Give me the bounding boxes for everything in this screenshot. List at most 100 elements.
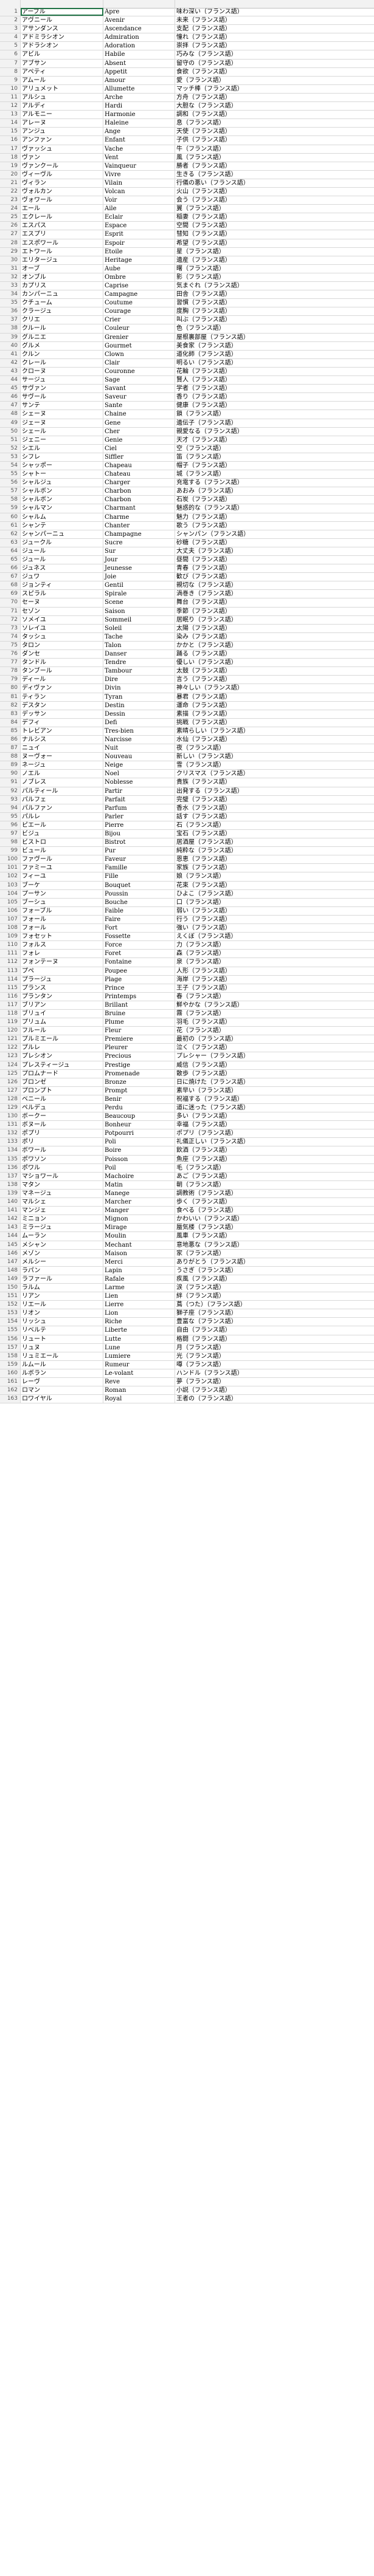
cell-reading[interactable]: シェール bbox=[21, 427, 103, 436]
cell-meaning[interactable]: あおみ（フランス語） bbox=[175, 487, 374, 495]
cell-meaning[interactable]: 運命（フランス語） bbox=[175, 702, 374, 710]
cell-reading[interactable]: アドミラシオン bbox=[21, 33, 103, 42]
cell-reading[interactable]: タンブール bbox=[21, 667, 103, 676]
cell-meaning[interactable]: 宝石（フランス語） bbox=[175, 830, 374, 838]
cell-reading[interactable]: ボークー bbox=[21, 1112, 103, 1121]
cell-word[interactable]: Soleil bbox=[103, 624, 175, 632]
cell-reading[interactable]: トレビアン bbox=[21, 727, 103, 735]
cell-word[interactable]: Couleur bbox=[103, 324, 175, 333]
cell-meaning[interactable]: 生きる（フランス語） bbox=[175, 171, 374, 179]
cell-reading[interactable]: フォール bbox=[21, 924, 103, 933]
cell-meaning[interactable]: 愛（フランス語） bbox=[175, 77, 374, 84]
row-number[interactable]: 18 bbox=[0, 153, 21, 162]
cell-word[interactable]: Espace bbox=[103, 222, 175, 230]
cell-word[interactable]: Gourmet bbox=[103, 341, 175, 350]
cell-word[interactable]: Prince bbox=[103, 984, 175, 992]
cell-reading[interactable]: シャルム bbox=[21, 513, 103, 521]
cell-word[interactable]: Ciel bbox=[103, 444, 175, 453]
cell-word[interactable]: Admiration bbox=[103, 33, 175, 42]
row-number[interactable]: 127 bbox=[0, 1086, 21, 1095]
cell-reading[interactable]: パルファン bbox=[21, 804, 103, 812]
cell-reading[interactable]: エスパス bbox=[21, 222, 103, 230]
cell-reading[interactable]: グルメ bbox=[21, 341, 103, 350]
cell-reading[interactable]: メルシー bbox=[21, 1258, 103, 1266]
cell-meaning[interactable]: 言う（フランス語） bbox=[175, 676, 374, 683]
cell-meaning[interactable]: 太陽（フランス語） bbox=[175, 625, 374, 632]
cell-reading[interactable]: マショワール bbox=[21, 1172, 103, 1180]
cell-meaning[interactable]: 家族（フランス語） bbox=[175, 864, 374, 872]
column-header-b[interactable] bbox=[103, 0, 175, 8]
cell-word[interactable]: Lutte bbox=[103, 1335, 175, 1343]
cell-meaning[interactable]: 魅力（フランス語） bbox=[175, 513, 374, 521]
cell-meaning[interactable]: 行儀の悪い（フランス語） bbox=[175, 179, 374, 187]
cell-meaning[interactable]: 絆（フランス語） bbox=[175, 1292, 374, 1300]
row-number[interactable]: 138 bbox=[0, 1180, 21, 1189]
cell-reading[interactable]: リュート bbox=[21, 1335, 103, 1343]
row-number[interactable]: 100 bbox=[0, 855, 21, 864]
row-number[interactable]: 17 bbox=[0, 145, 21, 153]
cell-meaning[interactable]: プレシャー（フランス語） bbox=[175, 1052, 374, 1060]
row-number[interactable]: 145 bbox=[0, 1241, 21, 1249]
cell-word[interactable]: Moulin bbox=[103, 1232, 175, 1241]
column-header-c[interactable] bbox=[175, 0, 374, 8]
cell-word[interactable]: Couronne bbox=[103, 367, 175, 376]
cell-reading[interactable]: スピラル bbox=[21, 590, 103, 598]
cell-reading[interactable]: フォレ bbox=[21, 950, 103, 958]
row-number[interactable]: 6 bbox=[0, 50, 21, 59]
cell-word[interactable]: Vent bbox=[103, 153, 175, 162]
cell-meaning[interactable]: ポプリ（フランス語） bbox=[175, 1129, 374, 1137]
cell-meaning[interactable]: 食欲（フランス語） bbox=[175, 68, 374, 76]
cell-reading[interactable]: サンテ bbox=[21, 402, 103, 410]
cell-reading[interactable]: シャルボン bbox=[21, 496, 103, 504]
row-number[interactable]: 98 bbox=[0, 838, 21, 847]
cell-meaning[interactable]: 人形（フランス語） bbox=[175, 967, 374, 975]
cell-reading[interactable]: プロンプト bbox=[21, 1086, 103, 1095]
cell-meaning[interactable]: 強い（フランス語） bbox=[175, 924, 374, 932]
cell-meaning[interactable]: 王子（フランス語） bbox=[175, 984, 374, 992]
row-number[interactable]: 131 bbox=[0, 1121, 21, 1129]
cell-meaning[interactable]: 舞台（フランス語） bbox=[175, 598, 374, 606]
cell-reading[interactable]: カンパーニュ bbox=[21, 290, 103, 299]
cell-word[interactable]: Harmonie bbox=[103, 111, 175, 119]
row-number[interactable]: 78 bbox=[0, 667, 21, 676]
row-number[interactable]: 110 bbox=[0, 941, 21, 950]
cell-word[interactable]: Sucre bbox=[103, 538, 175, 547]
cell-meaning[interactable]: 親切な（フランス語） bbox=[175, 581, 374, 589]
cell-reading[interactable]: クラージュ bbox=[21, 307, 103, 316]
cell-meaning[interactable]: 火山（フランス語） bbox=[175, 188, 374, 196]
cell-meaning[interactable]: 習慣（フランス語） bbox=[175, 299, 374, 307]
cell-word[interactable]: Benir bbox=[103, 1095, 175, 1103]
row-number[interactable]: 95 bbox=[0, 812, 21, 821]
cell-meaning[interactable]: 純粋な（フランス語） bbox=[175, 847, 374, 855]
row-number[interactable]: 32 bbox=[0, 273, 21, 281]
cell-reading[interactable]: ジュネス bbox=[21, 564, 103, 573]
cell-meaning[interactable]: 遺伝子（フランス語） bbox=[175, 419, 374, 427]
cell-reading[interactable]: シャンテ bbox=[21, 521, 103, 530]
row-number[interactable]: 75 bbox=[0, 641, 21, 650]
cell-word[interactable]: Caprise bbox=[103, 282, 175, 290]
cell-meaning[interactable]: 完璧（フランス語） bbox=[175, 796, 374, 804]
row-number[interactable]: 111 bbox=[0, 950, 21, 958]
row-number[interactable]: 107 bbox=[0, 915, 21, 924]
cell-reading[interactable]: アルシュ bbox=[21, 93, 103, 102]
cell-word[interactable]: Foret bbox=[103, 950, 175, 958]
cell-word[interactable]: Tyran bbox=[103, 693, 175, 701]
cell-word[interactable]: Scene bbox=[103, 598, 175, 607]
cell-word[interactable]: Destin bbox=[103, 701, 175, 710]
cell-reading[interactable]: ブリアン bbox=[21, 1001, 103, 1009]
cell-meaning[interactable]: 笛（フランス語） bbox=[175, 453, 374, 461]
cell-word[interactable]: Siffler bbox=[103, 453, 175, 461]
cell-meaning[interactable]: 花（フランス語） bbox=[175, 1027, 374, 1035]
cell-word[interactable]: Vivre bbox=[103, 170, 175, 179]
row-number[interactable]: 81 bbox=[0, 693, 21, 701]
cell-word[interactable]: Clown bbox=[103, 350, 175, 358]
row-number[interactable]: 29 bbox=[0, 247, 21, 256]
cell-meaning[interactable]: 歌う（フランス語） bbox=[175, 522, 374, 530]
row-number[interactable]: 93 bbox=[0, 795, 21, 804]
cell-meaning[interactable]: 話す（フランス語） bbox=[175, 813, 374, 821]
cell-word[interactable]: Charme bbox=[103, 513, 175, 521]
cell-meaning[interactable]: 曙（フランス語） bbox=[175, 265, 374, 273]
cell-reading[interactable]: プルミエール bbox=[21, 1035, 103, 1044]
row-number[interactable]: 80 bbox=[0, 684, 21, 693]
cell-meaning[interactable]: 夜（フランス語） bbox=[175, 744, 374, 752]
